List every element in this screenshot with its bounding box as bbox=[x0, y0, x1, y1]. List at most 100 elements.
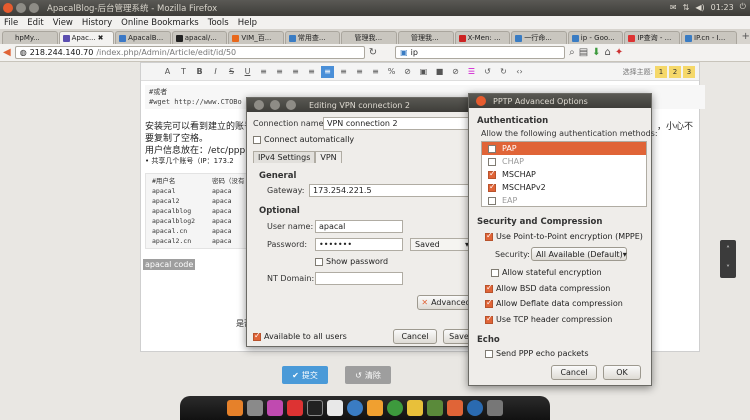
browser-tab[interactable]: 管理我... bbox=[398, 31, 454, 44]
nt-domain-input[interactable] bbox=[315, 272, 403, 285]
vpn-cancel-button[interactable]: Cancel bbox=[393, 329, 437, 344]
firefox-app-icon[interactable] bbox=[347, 400, 363, 416]
browser-tab[interactable]: ApacalB... bbox=[115, 31, 171, 44]
use-mppe-checkbox[interactable]: Use Point-to-Point encryption (MPPE) bbox=[485, 231, 643, 241]
mail-icon[interactable]: ✉ bbox=[670, 3, 677, 12]
volume-icon[interactable]: ◀) bbox=[695, 3, 704, 12]
menu-view[interactable]: View bbox=[53, 18, 73, 28]
photo-app-icon[interactable] bbox=[447, 400, 463, 416]
theme-2[interactable]: 2 bbox=[669, 66, 681, 78]
tcp-header-compression-checkbox[interactable]: Use TCP header compression bbox=[485, 314, 612, 324]
dialog-maximize-button[interactable] bbox=[286, 100, 296, 110]
checkbox-icon[interactable] bbox=[488, 144, 496, 153]
show-password-checkbox[interactable]: Show password bbox=[315, 257, 388, 266]
connect-auto-checkbox[interactable]: Connect automatically bbox=[253, 135, 354, 144]
download-icon[interactable]: ⬇ bbox=[592, 47, 600, 58]
trash-app-icon[interactable] bbox=[487, 400, 503, 416]
auth-method-mschapv2[interactable]: MSCHAPv2 bbox=[482, 181, 646, 194]
browser-tab[interactable]: apacal/... bbox=[171, 31, 228, 44]
menu-history[interactable]: History bbox=[82, 18, 112, 28]
url-bar[interactable]: ◍ 218.244.140.70/index.php/Admin/Article… bbox=[14, 46, 365, 59]
redo-button[interactable]: ↻ bbox=[497, 66, 510, 78]
files-app-icon[interactable] bbox=[227, 400, 243, 416]
unlink-button[interactable]: ⊘ bbox=[401, 66, 414, 78]
window-close-button[interactable] bbox=[3, 3, 13, 13]
chevron-up-icon[interactable]: ˄ bbox=[726, 245, 730, 254]
menu-help[interactable]: Help bbox=[238, 18, 257, 28]
browser-tab[interactable]: hpMy... bbox=[2, 31, 58, 44]
chevron-down-icon[interactable]: ˅ bbox=[726, 264, 730, 273]
book-app-icon[interactable] bbox=[427, 400, 443, 416]
indent-button[interactable]: ≡ bbox=[289, 66, 302, 78]
font-size-button[interactable]: T bbox=[177, 66, 190, 78]
theme-1[interactable]: 1 bbox=[655, 66, 667, 78]
selected-tag[interactable]: apacal code bbox=[143, 259, 196, 270]
gateway-input[interactable]: 173.254.221.5 bbox=[309, 184, 473, 197]
clear-button[interactable]: ↺ 清除 bbox=[345, 366, 391, 384]
checkbox-icon[interactable] bbox=[488, 182, 496, 192]
username-input[interactable]: apacal bbox=[315, 220, 403, 233]
italic-button[interactable]: I bbox=[209, 66, 222, 78]
auth-method-chap[interactable]: CHAP bbox=[482, 155, 646, 168]
list-button[interactable]: ≡ bbox=[273, 66, 286, 78]
clock[interactable]: 01:23 bbox=[711, 3, 734, 12]
auth-method-eap[interactable]: EAP bbox=[482, 194, 646, 207]
submit-button[interactable]: ✔ 提交 bbox=[282, 366, 328, 384]
settings-app-icon[interactable] bbox=[267, 400, 283, 416]
document-app-icon[interactable] bbox=[327, 400, 343, 416]
menu-online-bookmarks[interactable]: Online Bookmarks bbox=[121, 18, 199, 28]
stateful-encryption-checkbox[interactable]: Allow stateful encryption bbox=[491, 268, 602, 277]
menu-file[interactable]: File bbox=[4, 18, 18, 28]
deflate-compression-checkbox[interactable]: Allow Deflate data compression bbox=[485, 298, 623, 308]
advanced-button[interactable]: ✕ Advanced bbox=[417, 295, 475, 310]
reload-icon[interactable]: ↻ bbox=[369, 47, 377, 58]
close-tab-icon[interactable]: ✖ bbox=[98, 34, 104, 42]
source-button[interactable]: ‹› bbox=[513, 66, 526, 78]
browser-tab[interactable]: 管理我... bbox=[341, 31, 398, 44]
password-storage-select[interactable]: Saved ▾ bbox=[410, 238, 474, 251]
align-center-button[interactable]: ≡ bbox=[337, 66, 350, 78]
dialog-minimize-button[interactable] bbox=[270, 100, 280, 110]
folder-app-icon[interactable] bbox=[407, 400, 423, 416]
browser-tab[interactable]: VIM_百... bbox=[228, 31, 284, 44]
browser-tab[interactable]: 常用查... bbox=[284, 31, 341, 44]
theme-3[interactable]: 3 bbox=[683, 66, 695, 78]
page-scroller[interactable]: ˄ ˅ bbox=[720, 240, 736, 278]
send-echo-checkbox[interactable]: Send PPP echo packets bbox=[485, 349, 589, 358]
power-icon[interactable]: ⏻ bbox=[740, 2, 746, 12]
align-left-button[interactable]: ≡ bbox=[321, 65, 334, 78]
strike-button[interactable]: S bbox=[225, 66, 238, 78]
checkbox-icon[interactable] bbox=[488, 196, 496, 205]
connection-name-input[interactable]: VPN connection 2 bbox=[323, 117, 473, 130]
font-color-button[interactable]: A bbox=[161, 66, 174, 78]
terminal-app-icon[interactable] bbox=[247, 400, 263, 416]
tab-vpn[interactable]: VPN bbox=[315, 151, 342, 163]
window-maximize-button[interactable] bbox=[29, 3, 39, 13]
shell-app-icon[interactable] bbox=[307, 400, 323, 416]
media-button[interactable]: ■ bbox=[433, 66, 446, 78]
bookmarks-icon[interactable]: ▤ bbox=[579, 47, 588, 58]
bsd-compression-checkbox[interactable]: Allow BSD data compression bbox=[485, 283, 610, 293]
back-arrow-icon[interactable]: ◀ bbox=[3, 47, 11, 58]
search-icon[interactable]: ⌕ bbox=[569, 47, 575, 58]
list-button[interactable]: ≡ bbox=[257, 66, 270, 78]
tab-ipv4-settings[interactable]: IPv4 Settings bbox=[253, 151, 316, 163]
browser-tab[interactable]: IP查询 - ... bbox=[624, 31, 680, 44]
auth-method-mschap[interactable]: MSCHAP bbox=[482, 168, 646, 181]
pptp-cancel-button[interactable]: Cancel bbox=[551, 365, 597, 380]
outdent-button[interactable]: ≡ bbox=[305, 66, 318, 78]
music-app-icon[interactable] bbox=[287, 400, 303, 416]
undo-button[interactable]: ↺ bbox=[481, 66, 494, 78]
browser-tab[interactable]: ip - Goo... bbox=[567, 31, 624, 44]
checkbox-icon[interactable] bbox=[488, 157, 496, 166]
browser-app-icon[interactable] bbox=[367, 400, 383, 416]
align-right-button[interactable]: ≡ bbox=[353, 66, 366, 78]
justify-button[interactable]: ≡ bbox=[369, 66, 382, 78]
accessibility-app-icon[interactable] bbox=[467, 400, 483, 416]
home-icon[interactable]: ⌂ bbox=[605, 47, 611, 58]
menu-edit[interactable]: Edit bbox=[27, 18, 43, 28]
link-button[interactable]: % bbox=[385, 66, 398, 78]
dialog-close-button[interactable] bbox=[254, 100, 264, 110]
new-tab-icon[interactable]: + bbox=[742, 31, 750, 44]
addon-icon[interactable]: ✦ bbox=[615, 47, 623, 58]
